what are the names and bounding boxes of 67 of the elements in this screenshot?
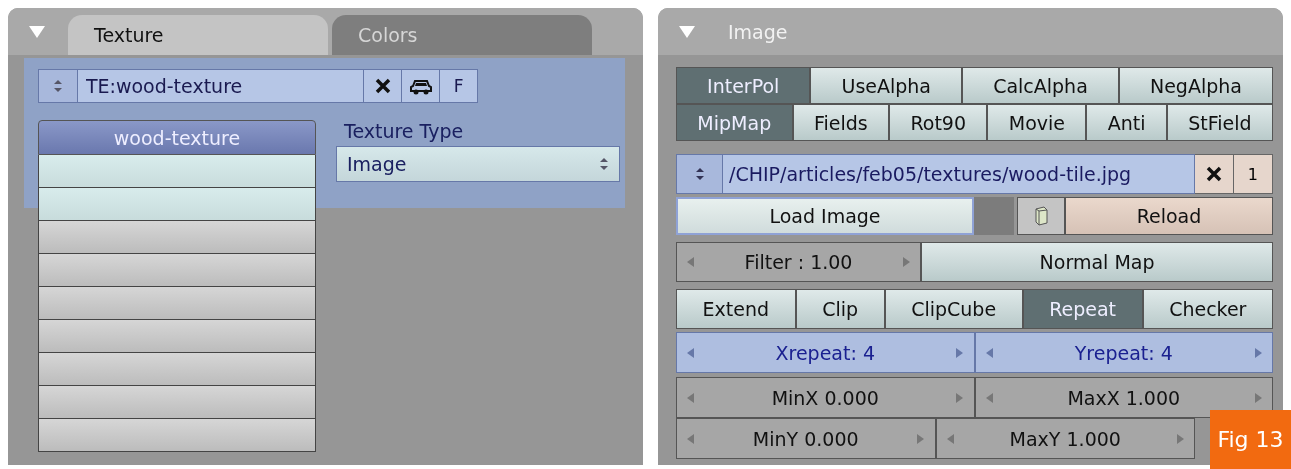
increment-arrow-icon[interactable]	[1255, 392, 1262, 403]
decrement-arrow-icon[interactable]	[687, 347, 694, 358]
texture-type-label: Texture Type	[344, 120, 465, 142]
file-path-field[interactable]: /CHIP/articles/feb05/textures/wood-tile.jpg	[723, 154, 1195, 194]
decrement-arrow-icon[interactable]	[687, 433, 694, 444]
fake-user-button[interactable]: F	[440, 69, 478, 103]
blank-area	[974, 197, 1014, 235]
toggle-button[interactable]: Anti	[1086, 104, 1167, 141]
number-field[interactable]: Yrepeat: 4	[974, 332, 1273, 373]
increment-arrow-icon[interactable]	[917, 433, 925, 444]
car-icon[interactable]	[402, 69, 441, 103]
texture-slot[interactable]	[38, 287, 316, 320]
texture-slot[interactable]	[38, 419, 316, 452]
increment-arrow-icon[interactable]	[1177, 433, 1184, 444]
collapse-triangle-icon[interactable]	[678, 24, 696, 39]
unlink-x-icon[interactable]	[364, 69, 403, 103]
toggle-button[interactable]: Movie	[987, 104, 1087, 141]
figure-label: Fig 13	[1210, 410, 1291, 469]
texture-slot[interactable]	[38, 254, 316, 287]
up-down-icon[interactable]	[38, 69, 78, 103]
extend-mode-button[interactable]: Extend	[676, 289, 796, 329]
collapse-triangle-icon[interactable]	[28, 24, 46, 39]
increment-arrow-icon[interactable]	[1255, 347, 1262, 358]
toggle-button[interactable]: UseAlpha	[810, 67, 963, 104]
number-field[interactable]: MinY 0.000	[676, 418, 936, 459]
decrement-arrow-icon[interactable]	[687, 392, 694, 403]
tab[interactable]: Texture	[68, 15, 328, 55]
toggle-button[interactable]: CalcAlpha	[962, 67, 1119, 104]
number-field[interactable]: MaxY 1.000	[935, 418, 1195, 459]
texture-slot[interactable]	[38, 221, 316, 254]
number-field[interactable]: Xrepeat: 4	[676, 332, 975, 373]
toggle-button[interactable]: Fields	[792, 104, 890, 141]
texture-slot[interactable]	[38, 320, 316, 353]
extend-mode-button[interactable]: Repeat	[1022, 289, 1143, 329]
texture-slot[interactable]	[38, 353, 316, 386]
load-image-button[interactable]: Load Image	[676, 197, 974, 235]
texture-slot[interactable]	[38, 155, 316, 188]
texture-type-dropdown[interactable]: Image	[336, 146, 620, 182]
toggle-button[interactable]: NegAlpha	[1118, 67, 1273, 104]
package-icon[interactable]	[1017, 197, 1065, 235]
extend-mode-button[interactable]: Checker	[1142, 289, 1273, 329]
texture-name-field[interactable]: TE:wood-texture	[77, 69, 365, 103]
users-count-button[interactable]: 1	[1233, 154, 1273, 194]
decrement-arrow-icon[interactable]	[946, 433, 954, 444]
up-down-icon[interactable]	[676, 154, 724, 194]
decrement-arrow-icon[interactable]	[985, 392, 993, 403]
extend-mode-button[interactable]: Clip	[795, 289, 885, 329]
texture-slot[interactable]	[38, 386, 316, 419]
number-field[interactable]: MaxX 1.000	[974, 377, 1273, 418]
reload-button[interactable]: Reload	[1065, 197, 1273, 235]
texture-slot[interactable]	[38, 188, 316, 221]
filter-number-field[interactable]: Filter : 1.00	[676, 242, 922, 282]
decrement-arrow-icon[interactable]	[687, 257, 694, 267]
toggle-button[interactable]: MipMap	[676, 104, 793, 141]
toggle-button[interactable]: InterPol	[676, 67, 811, 104]
unlink-x-icon[interactable]	[1194, 154, 1234, 194]
decrement-arrow-icon[interactable]	[985, 347, 993, 358]
increment-arrow-icon[interactable]	[956, 347, 964, 358]
normal-map-button[interactable]: Normal Map	[921, 242, 1273, 282]
number-field[interactable]: MinX 0.000	[676, 377, 975, 418]
increment-arrow-icon[interactable]	[903, 257, 911, 267]
panel-title: Image	[728, 20, 788, 43]
increment-arrow-icon[interactable]	[956, 392, 964, 403]
extend-mode-button[interactable]: ClipCube	[884, 289, 1023, 329]
toggle-button[interactable]: StField	[1166, 104, 1273, 141]
up-down-icon	[599, 157, 609, 171]
toggle-button[interactable]: Rot90	[889, 104, 988, 141]
